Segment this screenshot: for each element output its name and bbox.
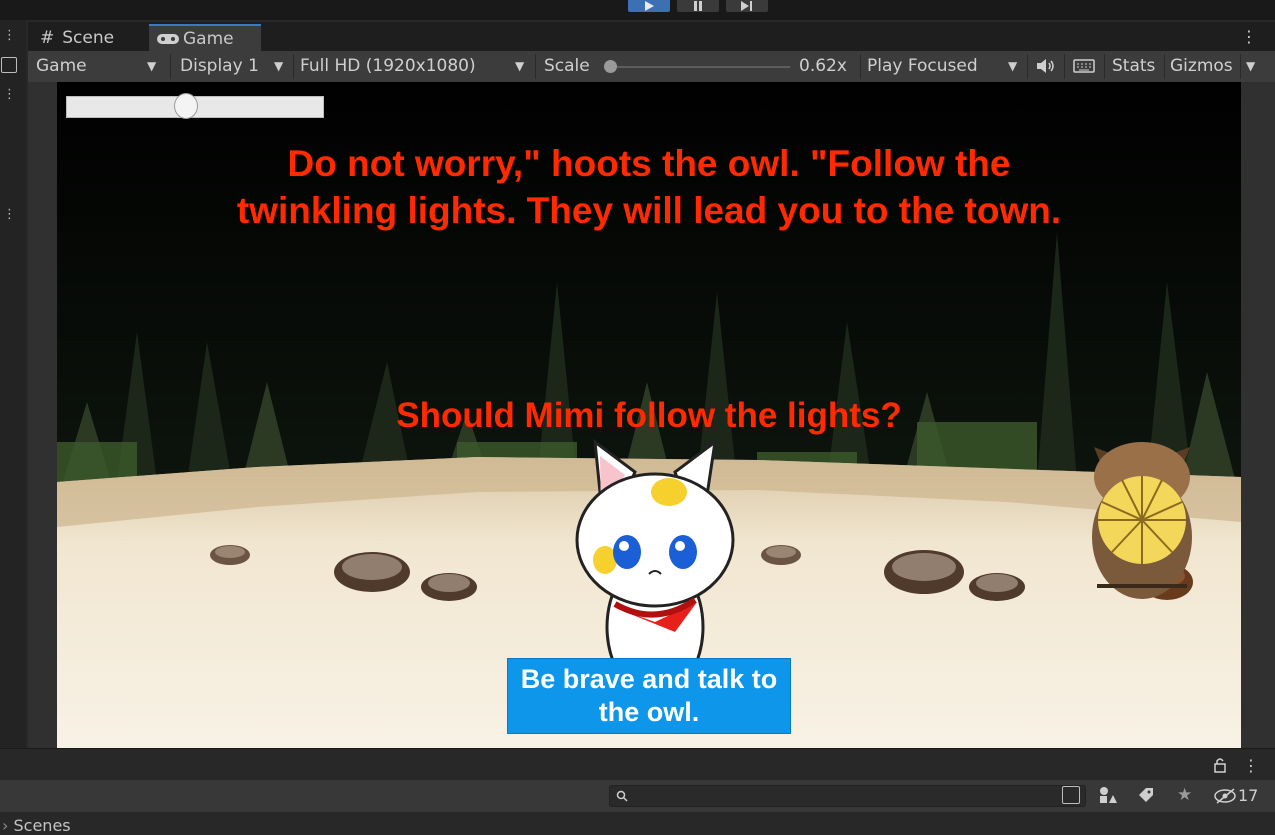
step-button[interactable] (726, 0, 768, 12)
display-label: Display 1 (180, 56, 259, 76)
lock-icon[interactable] (1214, 757, 1226, 777)
scenes-label: Scenes (13, 816, 71, 835)
left-panel-strip (0, 20, 26, 748)
eye-slash-icon (1214, 787, 1236, 804)
caret-down-icon: ▼ (1008, 59, 1018, 73)
scale-slider-track[interactable] (606, 66, 790, 68)
chevron-right-icon: › (2, 816, 9, 835)
caret-down-icon: ▼ (274, 59, 284, 73)
pause-button[interactable] (677, 0, 719, 12)
favorites-star-icon[interactable]: ★ (1177, 785, 1192, 805)
divider (170, 54, 171, 79)
divider (1240, 54, 1241, 79)
play-mode-label: Play Focused (867, 56, 978, 76)
hash-icon: # (40, 27, 55, 48)
display-dropdown[interactable]: Display 1 ▼ (180, 51, 290, 82)
choice-button[interactable]: Be brave and talk to the owl. (507, 658, 791, 734)
divider (860, 54, 861, 79)
divider (1064, 54, 1065, 79)
scale-value: 0.62x (799, 56, 847, 76)
gizmos-button[interactable]: Gizmos (1170, 51, 1233, 82)
stats-button[interactable]: Stats (1112, 51, 1155, 82)
step-icon (741, 1, 752, 11)
divider (1027, 54, 1028, 79)
maximize-icon[interactable] (1, 57, 17, 73)
tab-scene-label: Scene (62, 27, 115, 48)
play-mode-dropdown[interactable]: Play Focused ▼ (867, 51, 1025, 82)
resolution-dropdown[interactable]: Full HD (1920x1080) ▼ (300, 51, 530, 82)
filter-by-type-icon[interactable] (1098, 786, 1118, 808)
search-icon (616, 790, 628, 802)
tab-game-label: Game (183, 28, 234, 49)
more-options-icon[interactable]: ⋮ (1241, 27, 1257, 46)
play-toolbar (0, 0, 1275, 20)
caret-down-icon: ▼ (147, 59, 157, 73)
dialogue-text: Do not worry," hoots the owl. "Follow th… (236, 143, 1062, 231)
speaker-icon (1037, 59, 1054, 73)
play-button[interactable] (628, 0, 670, 12)
divider (1104, 54, 1105, 79)
tab-game[interactable]: Game (149, 24, 261, 51)
keyboard-icon (1073, 59, 1095, 73)
caret-down-icon: ▼ (515, 59, 525, 73)
shortcuts-toggle[interactable] (1073, 58, 1095, 78)
search-mode-icon[interactable] (1062, 786, 1080, 804)
hidden-count: 17 (1238, 786, 1259, 805)
divider (1164, 54, 1165, 79)
more-options-icon[interactable]: ⋮ (1243, 756, 1259, 775)
pause-icon (694, 1, 702, 11)
more-options-icon[interactable]: ⋮ (3, 88, 16, 102)
play-icon (645, 1, 654, 11)
more-options-icon[interactable]: ⋮ (3, 208, 16, 222)
search-input[interactable] (609, 785, 1086, 807)
game-view-dropdown[interactable]: Game ▼ (36, 51, 164, 82)
scale-label: Scale (544, 56, 590, 76)
owl-character (1092, 442, 1192, 599)
scenes-folder[interactable]: › Scenes (2, 816, 71, 835)
game-view-label: Game (36, 56, 87, 76)
scale-slider-handle[interactable] (604, 60, 617, 73)
divider (293, 54, 294, 79)
resolution-label: Full HD (1920x1080) (300, 56, 476, 76)
gamepad-icon (157, 33, 179, 44)
divider (535, 54, 536, 79)
volume-slider-handle[interactable] (173, 93, 198, 119)
gizmos-caret-icon[interactable]: ▼ (1246, 51, 1255, 82)
audio-toggle[interactable] (1036, 58, 1056, 78)
question-text: Should Mimi follow the lights? (396, 396, 902, 435)
tab-scene[interactable]: # Scene (40, 24, 146, 51)
filter-by-label-icon[interactable] (1138, 787, 1154, 807)
game-viewport[interactable]: Do not worry," hoots the owl. "Follow th… (57, 82, 1241, 748)
hidden-packages-toggle[interactable]: 17 (1214, 786, 1258, 805)
more-options-icon[interactable]: ⋮ (3, 29, 16, 43)
